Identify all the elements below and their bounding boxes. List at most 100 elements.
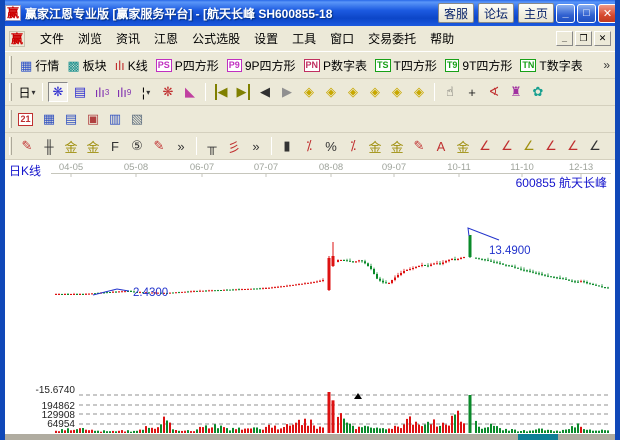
minimize-button[interactable]: _ [556, 4, 575, 23]
menu-item-设置[interactable]: 设置 [247, 27, 285, 50]
more-tools-button[interactable]: » [171, 136, 191, 156]
date-tick-label: 04-05 [59, 162, 83, 173]
column-chart-tool-button[interactable]: ▮ [277, 136, 297, 156]
candle-style-button[interactable]: ¦▾ [136, 82, 156, 102]
p-square-button[interactable]: PSP四方形 [154, 56, 221, 75]
home-button[interactable]: 主页 [518, 3, 554, 23]
more-tools-2-button[interactable]: » [246, 136, 266, 156]
color-pyramid-button[interactable]: ◣ [180, 82, 200, 102]
nine-t-square-button[interactable]: T99T四方形 [443, 56, 515, 75]
wave-a-tool-button[interactable]: A [431, 136, 451, 156]
menu-item-工具[interactable]: 工具 [285, 27, 323, 50]
kline-chart[interactable]: 04-0505-0806-0707-0708-0809-0710-1111-10… [5, 160, 615, 440]
brush-grid-tool-button[interactable]: ✎ [149, 136, 169, 156]
angle-w-tool-button[interactable]: ∠ [585, 136, 605, 156]
notepad-button[interactable]: ▤ [61, 109, 81, 129]
pillar-tool-button[interactable]: ╥ [202, 136, 222, 156]
percent-tool-button[interactable]: % [321, 136, 341, 156]
gold-grid-tool-button[interactable]: 金 [61, 136, 81, 156]
calculator-button[interactable]: ▦ [39, 109, 59, 129]
toolbar-grip[interactable] [9, 137, 12, 155]
gold-circle-tool-button[interactable]: 金 [365, 136, 385, 156]
toolbar-overflow-chevron[interactable]: » [603, 58, 613, 72]
wave-brain-button[interactable]: ✿ [528, 82, 548, 102]
toolbar-nav: 日▾❋▤ılı3ılı9¦▾❋◣◀▶◀▶◈◈◈◈◈◈☝+∢♜✿ [5, 79, 615, 106]
p-number-table-button[interactable]: PNP数字表 [302, 56, 370, 75]
t-number-table-button[interactable]: TNT数字表 [518, 56, 584, 75]
period-selector-button[interactable]: 日▾ [17, 82, 37, 102]
brush-tool-button[interactable]: ✎ [17, 136, 37, 156]
maximize-button[interactable]: □ [577, 4, 596, 23]
support-button[interactable]: 客服 [438, 3, 474, 23]
hand-tool-button[interactable]: ☝ [440, 82, 460, 102]
nav-last-button[interactable]: ▶ [233, 82, 253, 102]
gann-castle-button[interactable]: ♜ [506, 82, 526, 102]
dropdown-arrow-icon: ▾ [32, 88, 36, 97]
save-floppy-button[interactable]: ▣ [83, 109, 103, 129]
menu-item-江恩[interactable]: 江恩 [147, 27, 185, 50]
quotes-grid-button[interactable]: ▦行情 [18, 56, 61, 75]
kline-button[interactable]: ılıK线 [113, 56, 150, 75]
menu-item-公式选股[interactable]: 公式选股 [185, 27, 247, 50]
close-button[interactable]: ✕ [598, 4, 617, 23]
clipboard-button[interactable]: ▤ [70, 82, 90, 102]
nav-first-button[interactable]: ◀ [211, 82, 231, 102]
gold-grid-tool-2-button[interactable]: 金 [83, 136, 103, 156]
nav-prev-button[interactable]: ◀ [255, 82, 275, 102]
diamond-out-button[interactable]: ◈ [365, 82, 385, 102]
gann-fan-tool-button[interactable]: 彡 [224, 136, 244, 156]
gold-angle-tool-button[interactable]: 金 [453, 136, 473, 156]
sector-blocks-button[interactable]: ▩板块 [65, 56, 108, 75]
mdi-minimize-button[interactable]: _ [556, 31, 573, 46]
diamond-right-button[interactable]: ◈ [321, 82, 341, 102]
brush-candle-tool-button[interactable]: ✎ [409, 136, 429, 156]
diamond-left-button[interactable]: ◈ [299, 82, 319, 102]
menu-item-资讯[interactable]: 资讯 [109, 27, 147, 50]
gann-rose-blue-button[interactable]: ❋ [48, 82, 68, 102]
mdi-close-button[interactable]: ✕ [594, 31, 611, 46]
diamond-left-icon: ◈ [304, 84, 314, 100]
gann-rose-red-button[interactable]: ❋ [158, 82, 178, 102]
diamond-in-button[interactable]: ◈ [343, 82, 363, 102]
angle-j-tool-button[interactable]: ∠ [475, 136, 495, 156]
angle-gold-tool-button[interactable]: ∠ [519, 136, 539, 156]
diamond-cross-button[interactable]: ◈ [387, 82, 407, 102]
dropdown-arrow-icon: ▾ [146, 88, 150, 97]
annotation-label: 13.4900 [489, 245, 531, 257]
toolbar-grip[interactable] [9, 83, 12, 101]
gold-line-tool-button[interactable]: 金 [387, 136, 407, 156]
menu-item-文件[interactable]: 文件 [33, 27, 71, 50]
mdi-restore-button[interactable]: ❐ [575, 31, 592, 46]
diamond-move-button[interactable]: ◈ [409, 82, 429, 102]
menu-item-窗口[interactable]: 窗口 [323, 27, 361, 50]
nav-next-button[interactable]: ▶ [277, 82, 297, 102]
five-grid-tool-button[interactable]: ⑤ [127, 136, 147, 156]
kline-label: K线 [128, 57, 148, 74]
chart-bars-9-button[interactable]: ılı9 [114, 82, 134, 102]
copy-windows-button[interactable]: ▥ [105, 109, 125, 129]
angle-walk-tool-button[interactable]: ∠ [541, 136, 561, 156]
f-grid-tool-button[interactable]: F [105, 136, 125, 156]
percent-line-tool-button[interactable]: ⁒ [299, 136, 319, 156]
t-square-button[interactable]: TST四方形 [373, 56, 439, 75]
percent-lines-tool-button[interactable]: ⁒ [343, 136, 363, 156]
toolbar-grip[interactable] [9, 110, 12, 128]
chart-bars-3-button[interactable]: ılı3 [92, 82, 112, 102]
gann-castle-icon: ♜ [510, 84, 522, 100]
crosshair-tool-button[interactable]: + [462, 82, 482, 102]
calendar-button[interactable]: 21 [17, 109, 37, 129]
angle-f-tool-button[interactable]: ∠ [497, 136, 517, 156]
menu-item-交易委托[interactable]: 交易委托 [361, 27, 423, 50]
menu-item-帮助[interactable]: 帮助 [423, 27, 461, 50]
menubar: 赢 文件浏览资讯江恩公式选股设置工具窗口交易委托帮助 _❐✕ [5, 26, 615, 52]
crosshair-tool-icon: + [468, 85, 476, 100]
angle-degree-tool-button[interactable]: ∠ [563, 136, 583, 156]
workstation-button[interactable]: ▧ [127, 109, 147, 129]
menu-item-浏览[interactable]: 浏览 [71, 27, 109, 50]
toolbar-grip[interactable] [9, 56, 12, 74]
angle-measure-button[interactable]: ∢ [484, 82, 504, 102]
forum-button[interactable]: 论坛 [478, 3, 514, 23]
brush-tool-icon: ✎ [22, 138, 33, 154]
nine-p-square-button[interactable]: P99P四方形 [225, 56, 298, 75]
grid-tool-button[interactable]: ╫ [39, 136, 59, 156]
